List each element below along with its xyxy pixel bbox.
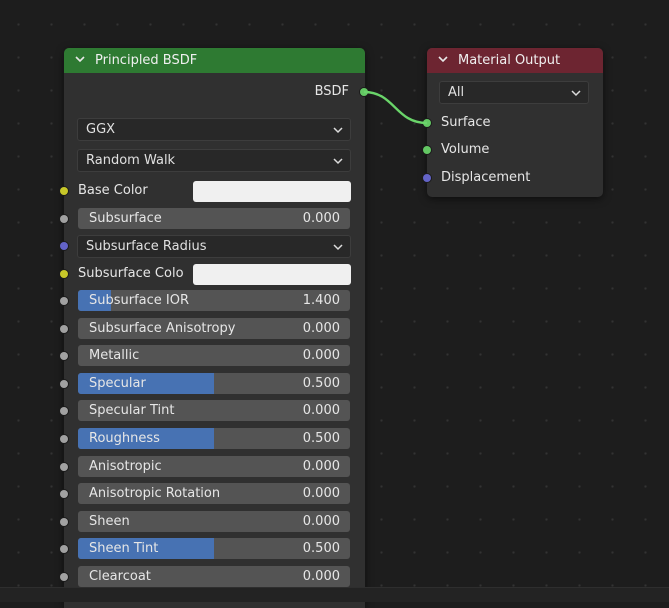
displacement-input-label: Displacement bbox=[441, 170, 531, 185]
subsurface-color-label: Subsurface Colo bbox=[78, 266, 184, 281]
anisotropic-rotation-value: 0.000 bbox=[302, 486, 340, 501]
anisotropic-label: Anisotropic bbox=[89, 459, 162, 474]
chevron-down-icon bbox=[332, 124, 344, 136]
anisotropic-slider[interactable]: Anisotropic 0.000 bbox=[78, 456, 350, 477]
roughness-value: 0.500 bbox=[302, 431, 340, 446]
material-output-title: Material Output bbox=[458, 53, 561, 68]
bsdf-output-socket-icon[interactable] bbox=[360, 88, 368, 96]
surface-input-label: Surface bbox=[441, 115, 491, 130]
principled-bsdf-node[interactable]: Principled BSDF BSDF GGX Random Walk Bas… bbox=[60, 48, 368, 608]
clearcoat-slider[interactable]: Clearcoat 0.000 bbox=[78, 566, 350, 587]
base-color-label: Base Color bbox=[78, 183, 148, 198]
subsurface-label: Subsurface bbox=[89, 211, 162, 226]
specular-socket-icon[interactable] bbox=[60, 380, 68, 388]
chevron-down-icon bbox=[332, 155, 344, 167]
metallic-value: 0.000 bbox=[302, 348, 340, 363]
editor-bottom-edge bbox=[0, 587, 669, 602]
specular-tint-socket-icon[interactable] bbox=[60, 407, 68, 415]
sheen-tint-value: 0.500 bbox=[302, 541, 340, 556]
sheen-tint-socket-icon[interactable] bbox=[60, 545, 68, 553]
specular-tint-label: Specular Tint bbox=[89, 403, 175, 418]
anisotropic-rotation-label: Anisotropic Rotation bbox=[89, 486, 221, 501]
sheen-socket-icon[interactable] bbox=[60, 518, 68, 526]
clearcoat-socket-icon[interactable] bbox=[60, 573, 68, 581]
subsurface-ior-socket-icon[interactable] bbox=[60, 297, 68, 305]
metallic-label: Metallic bbox=[89, 348, 140, 363]
roughness-socket-icon[interactable] bbox=[60, 435, 68, 443]
subsurface-ior-slider[interactable]: Subsurface IOR 1.400 bbox=[78, 290, 350, 311]
subsurface-radius-socket-icon[interactable] bbox=[60, 242, 68, 250]
sheen-slider[interactable]: Sheen 0.000 bbox=[78, 511, 350, 532]
subsurface-anisotropy-slider[interactable]: Subsurface Anisotropy 0.000 bbox=[78, 318, 350, 339]
collapse-chevron-down-icon[interactable] bbox=[74, 53, 88, 69]
specular-tint-slider[interactable]: Specular Tint 0.000 bbox=[78, 400, 350, 421]
subsurface-socket-icon[interactable] bbox=[60, 215, 68, 223]
distribution-value: GGX bbox=[86, 122, 116, 137]
render-target-dropdown[interactable]: All bbox=[439, 81, 589, 104]
sheen-label: Sheen bbox=[89, 514, 130, 529]
volume-input-label: Volume bbox=[441, 142, 490, 157]
roughness-label: Roughness bbox=[89, 431, 160, 446]
surface-socket-icon[interactable] bbox=[423, 119, 431, 127]
specular-tint-value: 0.000 bbox=[302, 403, 340, 418]
subsurface-color-socket-icon[interactable] bbox=[60, 270, 68, 278]
specular-slider[interactable]: Specular 0.500 bbox=[78, 373, 350, 394]
collapse-chevron-down-icon[interactable] bbox=[437, 53, 451, 69]
subsurface-method-value: Random Walk bbox=[86, 153, 176, 168]
chevron-down-icon bbox=[332, 241, 344, 253]
render-target-value: All bbox=[448, 85, 465, 100]
volume-socket-icon[interactable] bbox=[423, 146, 431, 154]
subsurface-ior-value: 1.400 bbox=[302, 293, 340, 308]
subsurface-radius-dropdown[interactable]: Subsurface Radius bbox=[77, 235, 351, 258]
clearcoat-label: Clearcoat bbox=[89, 569, 151, 584]
node-editor[interactable]: Principled BSDF BSDF GGX Random Walk Bas… bbox=[0, 0, 669, 608]
subsurface-method-dropdown[interactable]: Random Walk bbox=[77, 149, 351, 172]
subsurface-anisotropy-socket-icon[interactable] bbox=[60, 325, 68, 333]
base-color-swatch[interactable] bbox=[193, 181, 351, 202]
bsdf-output-label: BSDF bbox=[314, 84, 349, 99]
chevron-down-icon bbox=[570, 87, 582, 99]
roughness-slider[interactable]: Roughness 0.500 bbox=[78, 428, 350, 449]
subsurface-slider[interactable]: Subsurface 0.000 bbox=[78, 208, 350, 229]
subsurface-ior-label: Subsurface IOR bbox=[89, 293, 190, 308]
material-output-header[interactable]: Material Output bbox=[427, 48, 603, 73]
specular-value: 0.500 bbox=[302, 376, 340, 391]
subsurface-anisotropy-value: 0.000 bbox=[302, 321, 340, 336]
base-color-socket-icon[interactable] bbox=[60, 187, 68, 195]
subsurface-color-swatch[interactable] bbox=[193, 264, 351, 285]
distribution-dropdown[interactable]: GGX bbox=[77, 118, 351, 141]
sheen-tint-slider[interactable]: Sheen Tint 0.500 bbox=[78, 538, 350, 559]
subsurface-value: 0.000 bbox=[302, 211, 340, 226]
principled-bsdf-header[interactable]: Principled BSDF bbox=[64, 48, 365, 73]
metallic-slider[interactable]: Metallic 0.000 bbox=[78, 345, 350, 366]
specular-label: Specular bbox=[89, 376, 146, 391]
anisotropic-rotation-slider[interactable]: Anisotropic Rotation 0.000 bbox=[78, 483, 350, 504]
anisotropic-rotation-socket-icon[interactable] bbox=[60, 490, 68, 498]
sheen-value: 0.000 bbox=[302, 514, 340, 529]
anisotropic-value: 0.000 bbox=[302, 459, 340, 474]
subsurface-radius-label: Subsurface Radius bbox=[86, 239, 207, 254]
material-output-node[interactable]: Material Output All Surface Volume Displ… bbox=[423, 48, 603, 197]
metallic-socket-icon[interactable] bbox=[60, 352, 68, 360]
sheen-tint-label: Sheen Tint bbox=[89, 541, 159, 556]
clearcoat-value: 0.000 bbox=[302, 569, 340, 584]
principled-bsdf-title: Principled BSDF bbox=[95, 53, 198, 68]
subsurface-anisotropy-label: Subsurface Anisotropy bbox=[89, 321, 236, 336]
displacement-socket-icon[interactable] bbox=[423, 174, 431, 182]
bsdf-to-surface-link[interactable] bbox=[363, 90, 428, 125]
anisotropic-socket-icon[interactable] bbox=[60, 463, 68, 471]
